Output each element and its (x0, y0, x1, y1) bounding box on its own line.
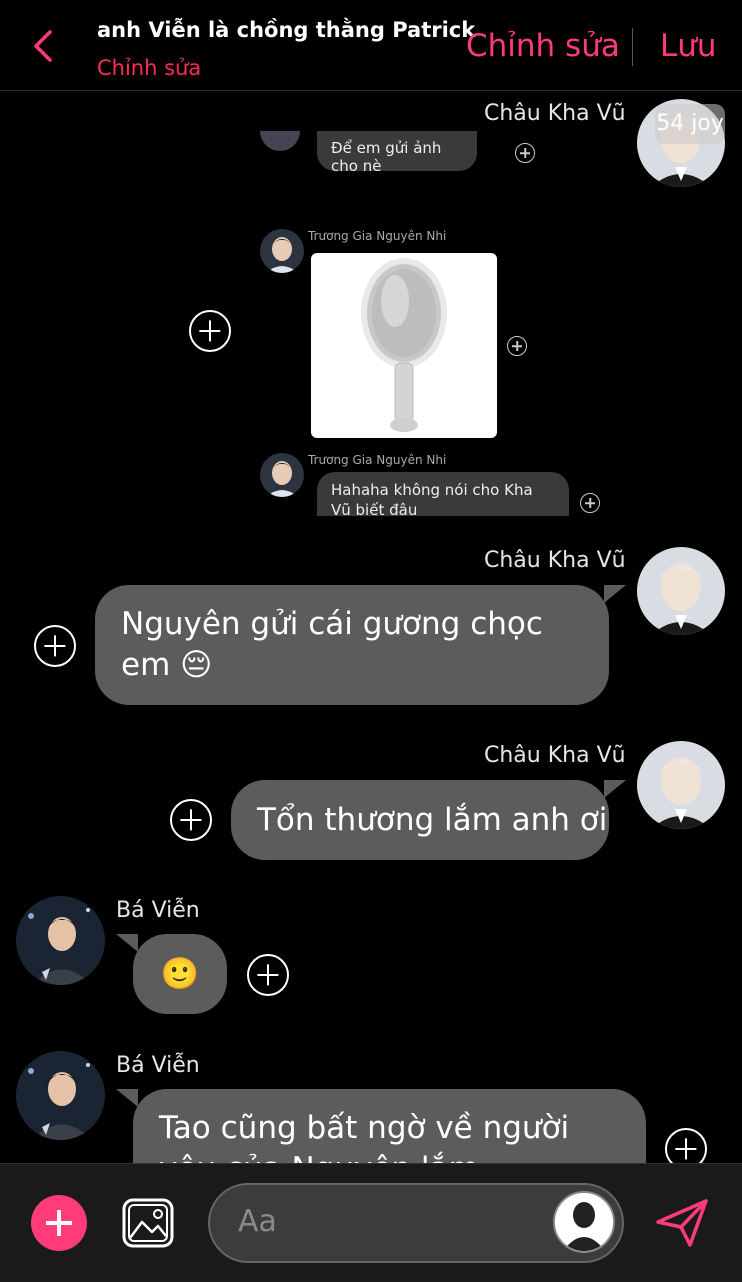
send-icon[interactable] (654, 1198, 710, 1248)
chat-area[interactable]: Châu Kha Vũ 54 joy Để em gửi ảnh cho nè … (0, 91, 742, 1163)
message-bubble: Để em gửi ảnh cho nè (317, 131, 477, 175)
plus-icon (580, 493, 600, 513)
mirror-image[interactable] (311, 253, 497, 438)
save-button[interactable]: Lưu (660, 28, 717, 64)
add-reaction-button[interactable] (34, 625, 76, 667)
header-divider (632, 28, 633, 66)
chat-title: anh Viễn là chồng thằng Patrick (97, 18, 476, 42)
back-icon[interactable] (28, 26, 62, 66)
add-button[interactable] (31, 1195, 87, 1251)
sender-name: Châu Kha Vũ (484, 743, 626, 768)
sender-name: Trương Gia Nguyên Nhi (308, 229, 447, 243)
bubble-tail (604, 585, 626, 603)
bubble-tail (116, 934, 138, 952)
avatar (260, 453, 304, 497)
add-reaction-button[interactable] (665, 1128, 707, 1163)
message-bubble[interactable]: Tao cũng bất ngờ về người yêu của Nguyên… (133, 1089, 646, 1163)
avatar-icon[interactable] (553, 1191, 615, 1253)
avatar[interactable] (16, 896, 105, 985)
message-bubble[interactable]: Tổn thương lắm anh ơi (231, 780, 609, 860)
avatar[interactable] (637, 741, 725, 829)
sender-name: Trương Gia Nguyên Nhi (308, 453, 447, 467)
message-bubble: Hahaha không nói cho Kha Vũ biết đâu (317, 472, 569, 516)
add-reaction-button[interactable] (189, 310, 231, 352)
header: anh Viễn là chồng thằng Patrick Chỉnh sử… (0, 0, 742, 91)
avatar[interactable] (16, 1051, 105, 1140)
bubble-tail (116, 1089, 138, 1107)
bubble-tail (604, 780, 626, 798)
message-input-placeholder: Aa (238, 1204, 277, 1239)
plus-icon (507, 336, 527, 356)
sender-name: Bá Viễn (116, 898, 200, 923)
chat-subtitle[interactable]: Chỉnh sửa (97, 56, 201, 80)
sender-name: Châu Kha Vũ (484, 548, 626, 573)
avatar[interactable] (637, 547, 725, 635)
sender-name: Châu Kha Vũ (484, 101, 626, 126)
reaction-badge: 54 joy (655, 104, 725, 144)
message-bubble[interactable]: 🙂 (133, 934, 227, 1014)
embedded-screenshot[interactable]: Để em gửi ảnh cho nè Trương Gia Nguyên N… (170, 131, 610, 516)
sender-name: Bá Viễn (116, 1053, 200, 1078)
add-reaction-button[interactable] (247, 954, 289, 996)
avatar (260, 229, 304, 273)
image-icon[interactable] (122, 1198, 174, 1248)
edit-button[interactable]: Chỉnh sửa (466, 28, 620, 64)
add-reaction-button[interactable] (170, 799, 212, 841)
plus-icon (515, 143, 535, 163)
message-bubble[interactable]: Nguyên gửi cái gương chọc em 😔 (95, 585, 609, 705)
avatar (260, 131, 300, 151)
